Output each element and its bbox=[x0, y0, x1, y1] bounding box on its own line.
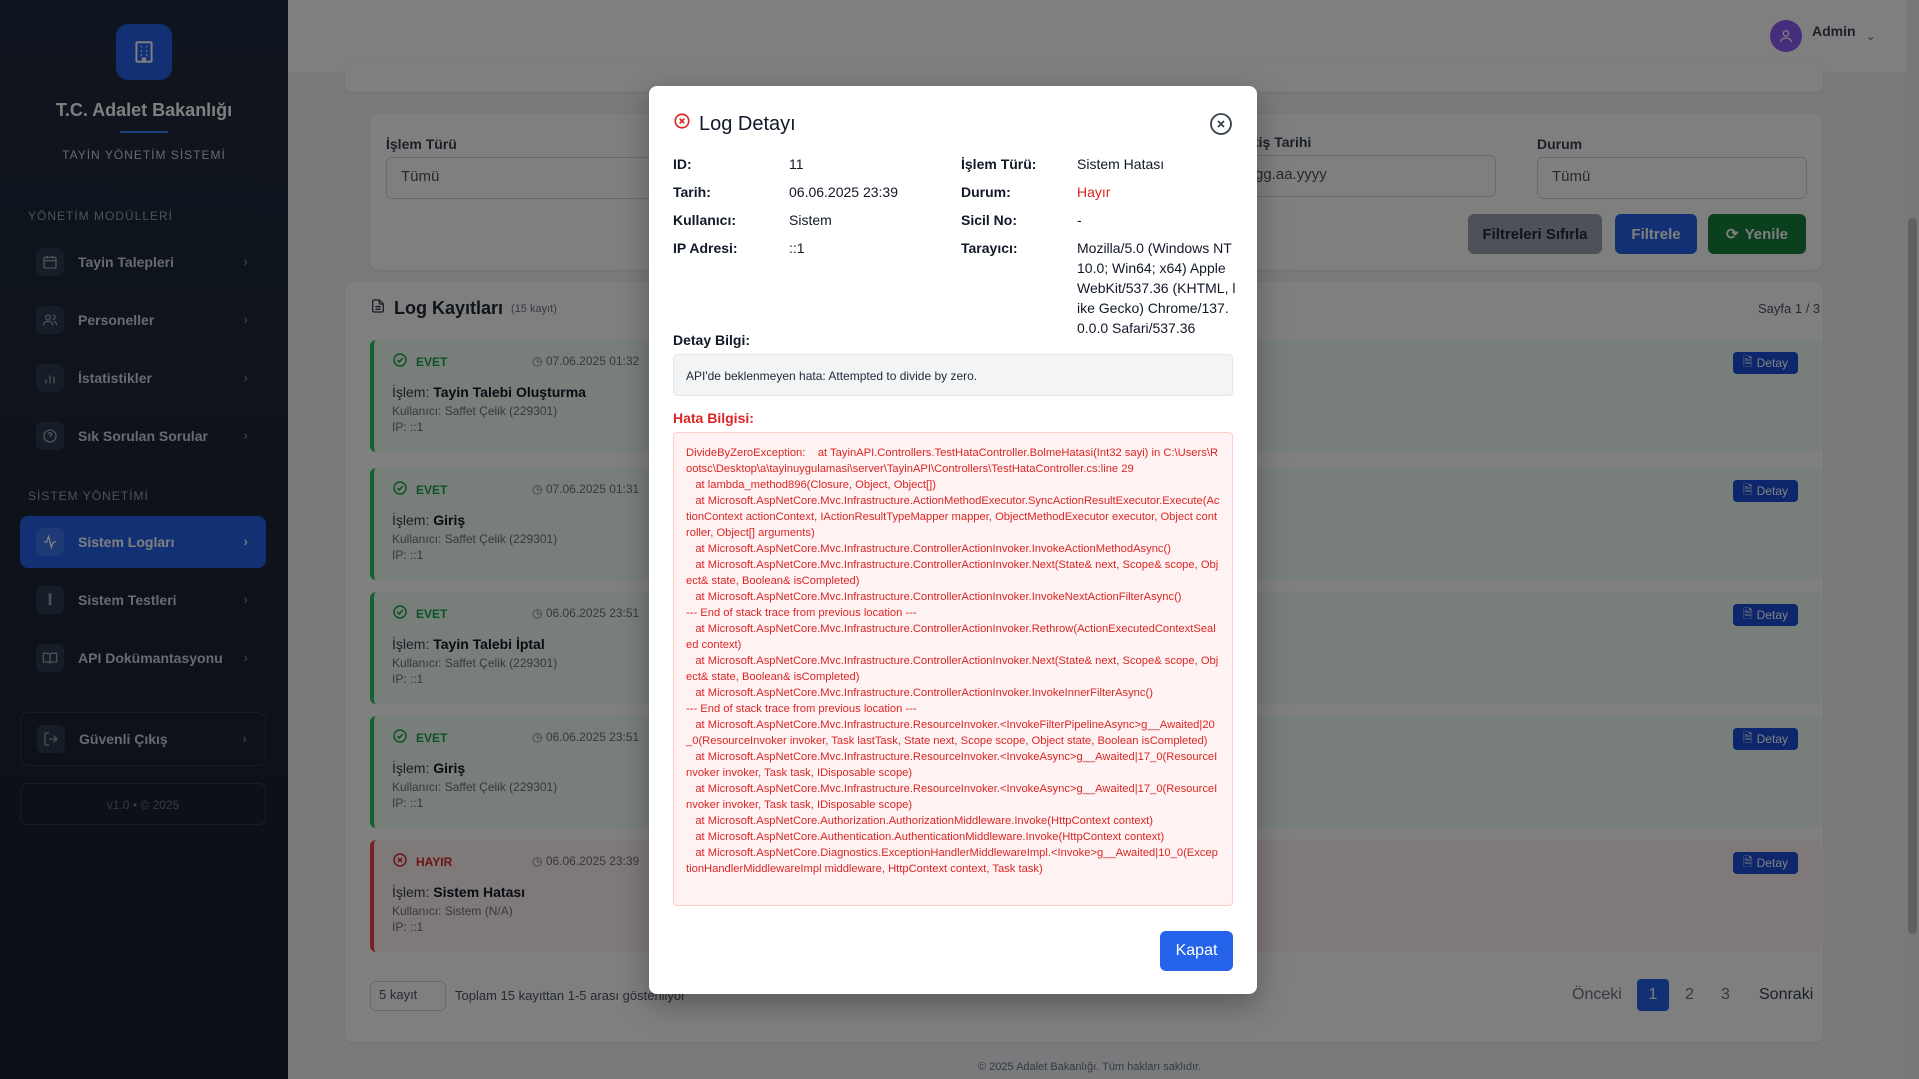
status-value: Hayır bbox=[1077, 184, 1111, 200]
id-label: ID: bbox=[673, 156, 692, 172]
ip-label: IP Adresi: bbox=[673, 240, 738, 256]
modal-header: Log Detayı bbox=[673, 112, 796, 136]
operation-type-value: Sistem Hatası bbox=[1077, 156, 1165, 172]
id-value: 11 bbox=[789, 156, 804, 172]
ip-value: ::1 bbox=[789, 240, 805, 256]
sicil-value: - bbox=[1077, 212, 1082, 228]
log-detail-modal: Log Detayı ID: 11 Tarih: 06.06.2025 23:3… bbox=[649, 86, 1257, 994]
close-button[interactable]: Kapat bbox=[1160, 931, 1233, 971]
close-icon[interactable] bbox=[1209, 112, 1233, 141]
detail-info-box: API'de beklenmeyen hata: Attempted to di… bbox=[673, 354, 1233, 396]
status-label: Durum: bbox=[961, 184, 1011, 200]
browser-label: Tarayıcı: bbox=[961, 240, 1018, 256]
date-label: Tarih: bbox=[673, 184, 711, 200]
browser-value: Mozilla/5.0 (Windows NT 10.0; Win64; x64… bbox=[1077, 240, 1236, 336]
error-info-title: Hata Bilgisi: bbox=[673, 410, 754, 426]
modal-title: Log Detayı bbox=[699, 112, 796, 135]
user-label: Kullanıcı: bbox=[673, 212, 737, 228]
date-value: 06.06.2025 23:39 bbox=[789, 184, 898, 200]
x-circle-icon bbox=[673, 112, 691, 136]
operation-type-label: İşlem Türü: bbox=[961, 156, 1037, 172]
user-value: Sistem bbox=[789, 212, 832, 228]
error-info-box: DivideByZeroException: at TayinAPI.Contr… bbox=[673, 432, 1233, 906]
detail-info-title: Detay Bilgi: bbox=[673, 332, 751, 348]
sicil-label: Sicil No: bbox=[961, 212, 1018, 228]
